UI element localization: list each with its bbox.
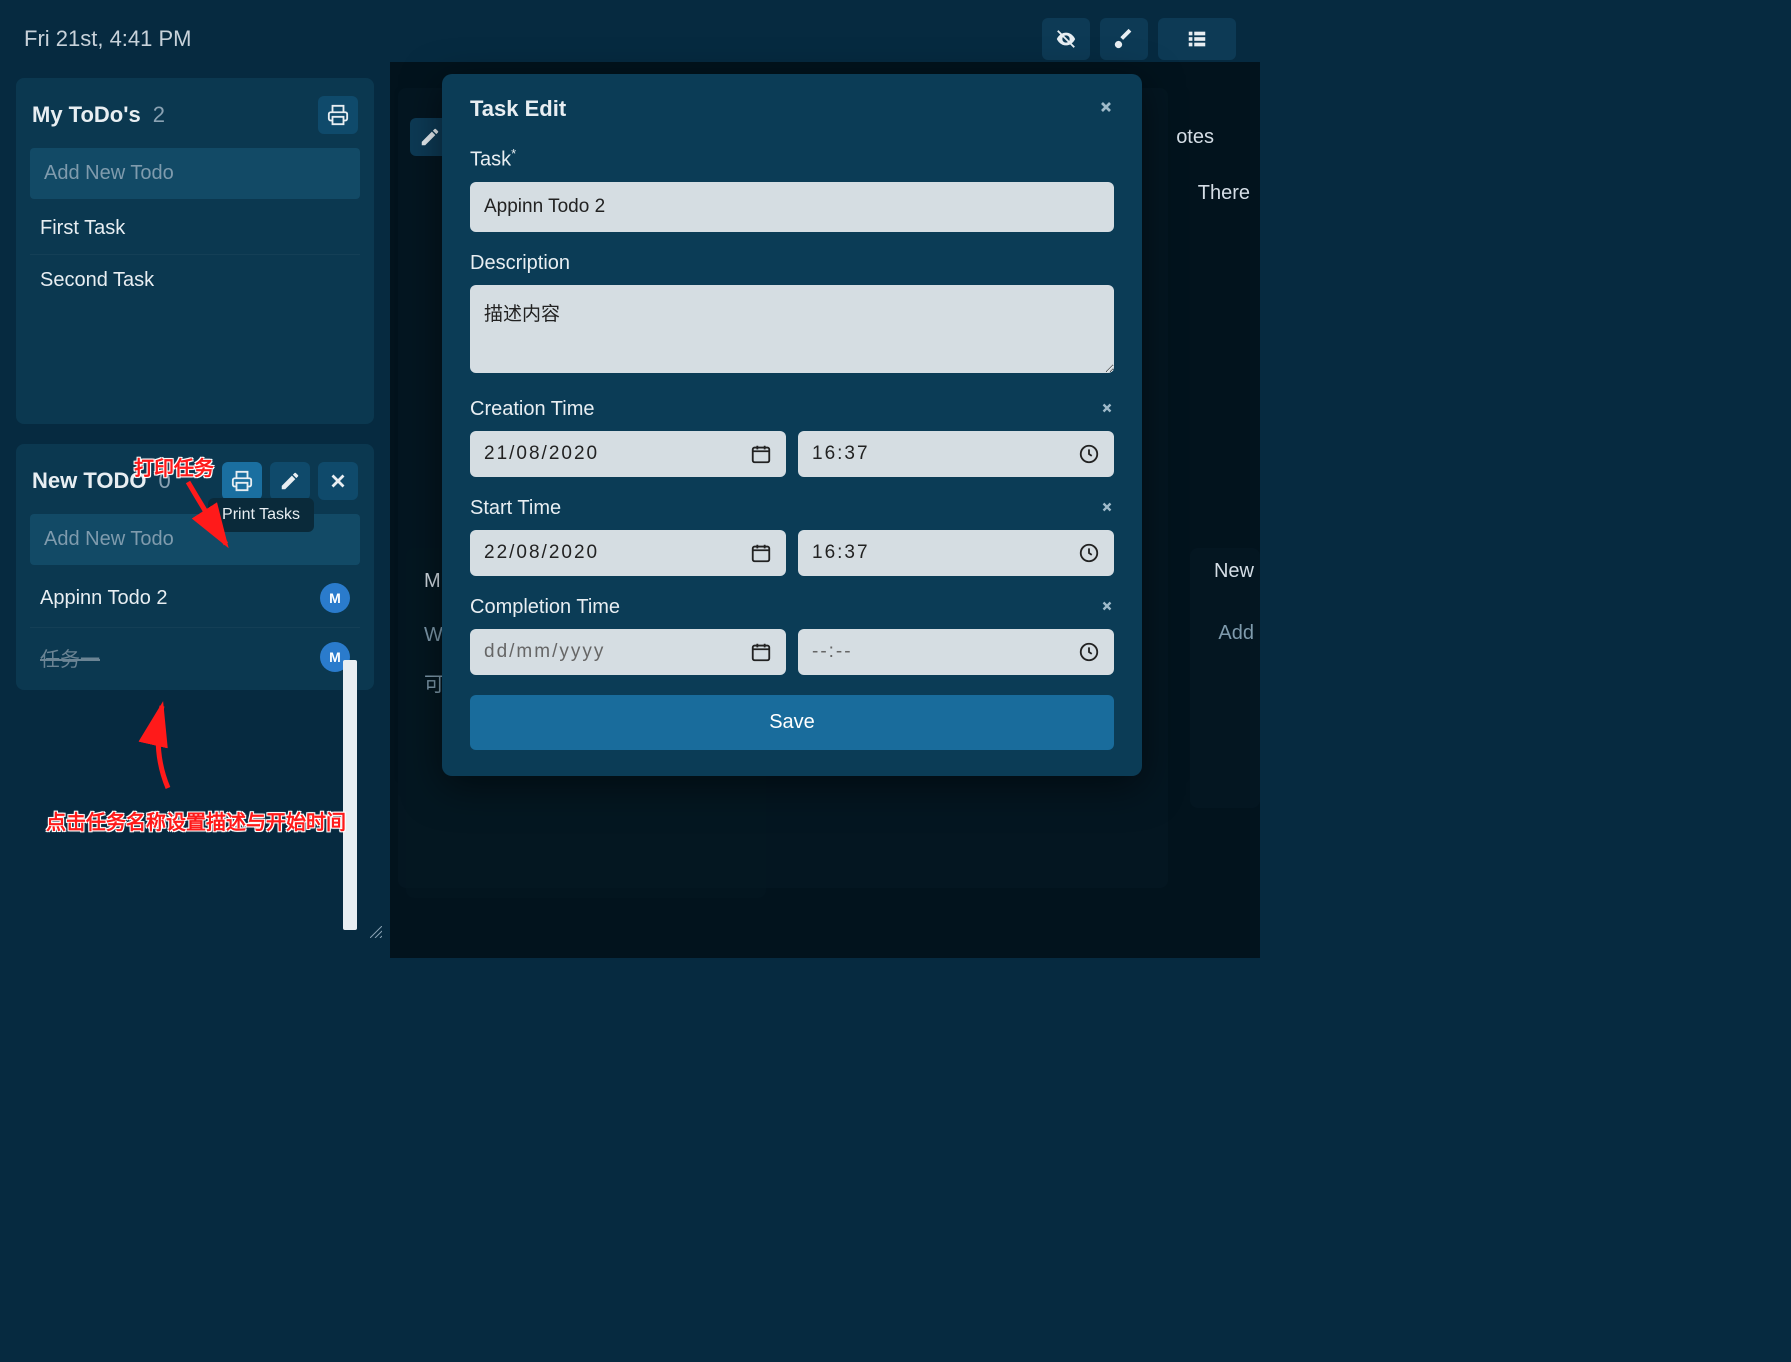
- panel-title: New TODO: [32, 468, 147, 494]
- clear-start-button[interactable]: [1100, 498, 1114, 519]
- time-placeholder: --:--: [812, 641, 853, 663]
- bg-m-initial: M: [424, 570, 441, 593]
- bg-notes-label: otes: [1176, 126, 1214, 149]
- calendar-icon: [750, 542, 772, 564]
- view-list-button[interactable]: [1158, 18, 1236, 60]
- creation-time-label: Creation Time: [470, 398, 595, 421]
- print-button[interactable]: [318, 96, 358, 134]
- time-value: 16:37: [812, 443, 870, 465]
- task-item[interactable]: 任务一 M: [30, 627, 360, 686]
- creation-time-input[interactable]: 16:37: [798, 431, 1114, 477]
- creation-date-input[interactable]: 21/08/2020: [470, 431, 786, 477]
- todo-panel-my-todos: My ToDo's 2 Add New Todo First Task Seco…: [16, 78, 374, 424]
- calendar-icon: [750, 641, 772, 663]
- datetime-display: Fri 21st, 4:41 PM: [24, 26, 192, 52]
- delete-button[interactable]: [318, 462, 358, 500]
- task-label: 任务一: [40, 643, 100, 672]
- panel-title: My ToDo's: [32, 102, 141, 128]
- visibility-toggle-button[interactable]: [1042, 18, 1090, 60]
- start-time-label: Start Time: [470, 497, 561, 520]
- todo-panel-new-todo: New TODO 0 Print Tasks Add New Todo: [16, 444, 374, 690]
- completion-time-input[interactable]: --:--: [798, 629, 1114, 675]
- task-item[interactable]: First Task: [30, 203, 360, 254]
- description-input[interactable]: [470, 285, 1114, 373]
- calendar-icon: [750, 443, 772, 465]
- bg-new-label: New: [1214, 560, 1254, 583]
- print-button[interactable]: [222, 462, 262, 500]
- bg-w-initial: W: [424, 624, 443, 647]
- close-icon: [1100, 599, 1114, 613]
- task-field-label: Task: [470, 146, 516, 172]
- list-icon: [1186, 28, 1208, 50]
- task-edit-modal: Task Edit Task Description Creation Time…: [442, 74, 1142, 776]
- print-icon: [327, 104, 349, 126]
- panel-scrollbar[interactable]: [343, 660, 357, 930]
- close-icon: [1098, 99, 1114, 115]
- top-actions: [1042, 18, 1236, 60]
- pencil-icon: [419, 126, 441, 148]
- bg-cjk: 可: [424, 668, 444, 697]
- clock-icon: [1078, 542, 1100, 564]
- modal-title: Task Edit: [470, 96, 566, 122]
- priority-badge[interactable]: M: [320, 583, 350, 613]
- add-todo-input[interactable]: Add New Todo: [30, 148, 360, 199]
- eye-slash-icon: [1055, 28, 1077, 50]
- bg-there-text: There: [1198, 182, 1250, 205]
- time-value: 16:37: [812, 542, 870, 564]
- task-item[interactable]: Appinn Todo 2 M: [30, 569, 360, 627]
- print-tooltip: Print Tasks: [208, 498, 314, 532]
- panel-count: 2: [153, 102, 165, 128]
- clear-creation-button[interactable]: [1100, 399, 1114, 420]
- close-icon: [1100, 401, 1114, 415]
- clear-completion-button[interactable]: [1100, 597, 1114, 618]
- completion-time-label: Completion Time: [470, 596, 620, 619]
- pencil-icon: [279, 470, 301, 492]
- print-icon: [231, 470, 253, 492]
- annotation-arrow: [132, 700, 202, 800]
- start-time-input[interactable]: 16:37: [798, 530, 1114, 576]
- brush-icon: [1113, 28, 1135, 50]
- close-icon: [327, 470, 349, 492]
- annotation-task-click: 点击任务名称设置描述与开始时间: [46, 806, 346, 835]
- task-label: Appinn Todo 2: [40, 587, 168, 610]
- date-value: 21/08/2020: [484, 443, 599, 465]
- task-name-input[interactable]: [470, 182, 1114, 232]
- completion-date-input[interactable]: dd/mm/yyyy: [470, 629, 786, 675]
- task-label: Second Task: [40, 269, 154, 292]
- start-date-input[interactable]: 22/08/2020: [470, 530, 786, 576]
- bg-add-label: Add: [1218, 622, 1254, 645]
- modal-close-button[interactable]: [1098, 98, 1114, 121]
- task-item[interactable]: Second Task: [30, 254, 360, 306]
- task-label: First Task: [40, 217, 125, 240]
- theme-button[interactable]: [1100, 18, 1148, 60]
- close-icon: [1100, 500, 1114, 514]
- save-button[interactable]: Save: [470, 695, 1114, 750]
- edit-button[interactable]: [270, 462, 310, 500]
- clock-icon: [1078, 641, 1100, 663]
- description-field-label: Description: [470, 252, 570, 275]
- resize-handle[interactable]: [370, 926, 382, 938]
- date-placeholder: dd/mm/yyyy: [484, 641, 605, 663]
- panel-count: 0: [159, 468, 171, 494]
- date-value: 22/08/2020: [484, 542, 599, 564]
- clock-icon: [1078, 443, 1100, 465]
